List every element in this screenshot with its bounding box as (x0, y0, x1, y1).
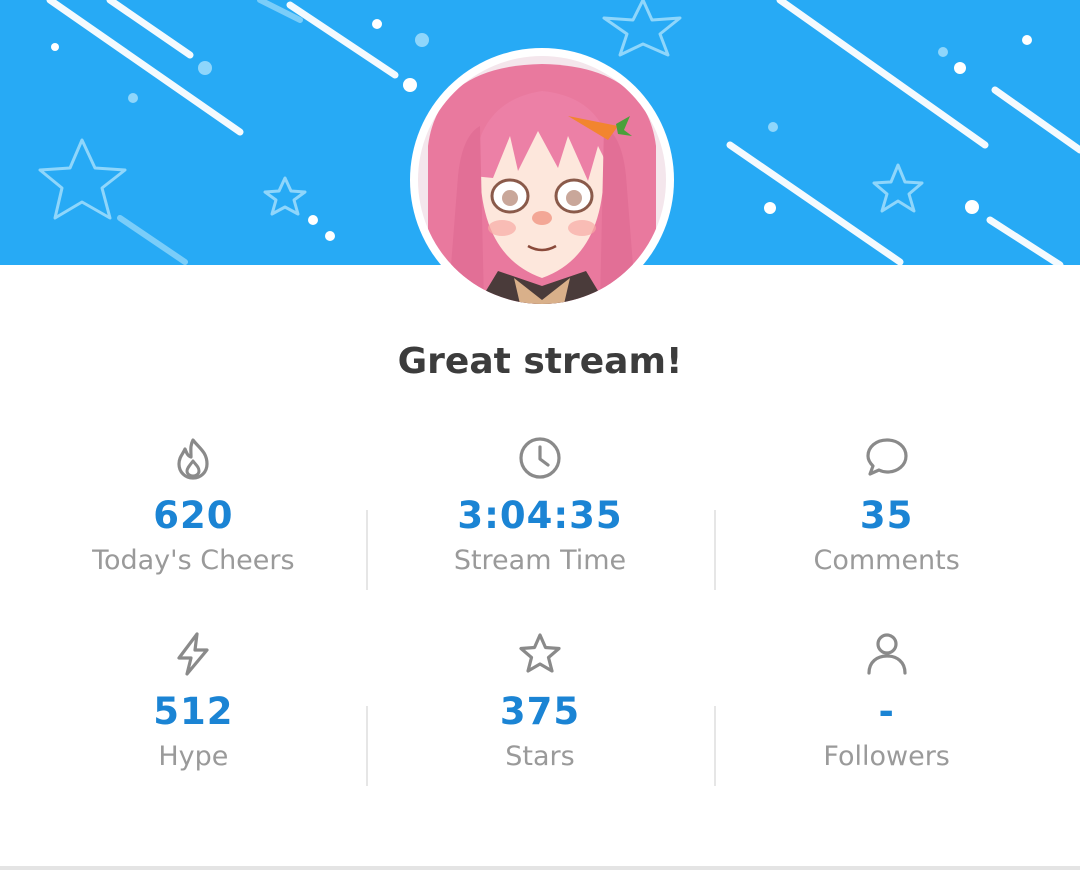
column-divider (366, 510, 368, 590)
stat-label: Stars (505, 741, 575, 772)
bottom-divider (0, 866, 1080, 870)
stat-hype: 512 Hype (20, 626, 367, 822)
stat-value: 3:04:35 (457, 494, 623, 537)
stat-label: Today's Cheers (92, 545, 295, 576)
column-divider (366, 706, 368, 786)
star-icon (519, 633, 561, 673)
stat-stream-time: 3:04:35 Stream Time (367, 430, 714, 626)
stat-value: 512 (153, 690, 234, 733)
stat-stars: 375 Stars (367, 626, 714, 822)
stat-value: 35 (859, 494, 914, 537)
stat-followers: - Followers (713, 626, 1060, 822)
comment-icon (866, 438, 908, 476)
fire-icon (177, 438, 209, 480)
stat-comments: 35 Comments (713, 430, 1060, 626)
stat-todays-cheers: 620 Today's Cheers (20, 430, 367, 626)
stats-grid: 620 Today's Cheers 3:04:35 Stream Time 3… (20, 430, 1060, 810)
column-divider (714, 510, 716, 590)
streamer-avatar[interactable] (410, 48, 674, 312)
stat-label: Comments (813, 545, 960, 576)
lightning-icon (177, 632, 209, 676)
avatar-image (418, 56, 666, 304)
page-title: Great stream! (397, 341, 683, 382)
stat-value: 375 (499, 690, 581, 733)
stat-label: Hype (158, 741, 229, 772)
column-divider (714, 706, 716, 786)
user-icon (867, 633, 907, 675)
stat-value: - (878, 690, 895, 733)
clock-icon (519, 437, 561, 479)
stat-label: Followers (823, 741, 950, 772)
stat-label: Stream Time (453, 545, 627, 576)
stat-value: 620 (153, 494, 234, 537)
